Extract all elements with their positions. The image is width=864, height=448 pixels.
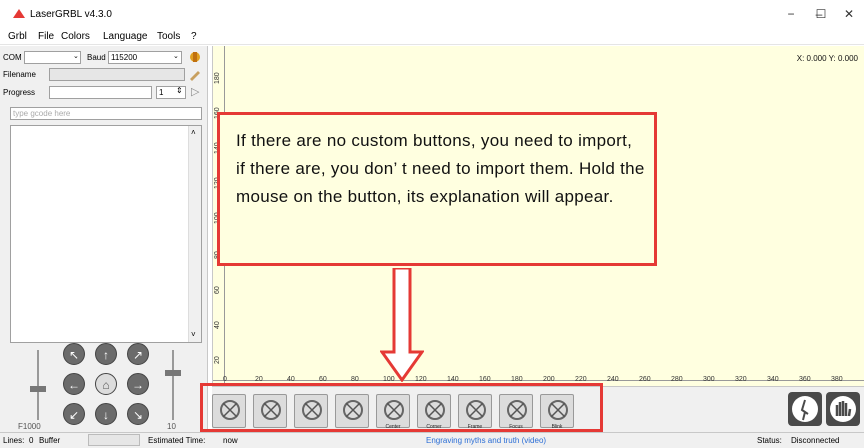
stepper-arrows-icon[interactable]: ⇕ [176,86,183,95]
title-bar [0,0,864,28]
h-tick-label: 360 [799,376,811,383]
toolbar-highlight-frame [200,383,603,432]
jog-west-button[interactable]: ← [63,373,85,395]
step-label: 10 [167,422,176,431]
h-tick-label: 220 [575,376,587,383]
scroll-down-icon[interactable]: ˅ [191,330,196,339]
baud-select[interactable]: 115200 [108,51,182,64]
scroll-up-icon[interactable]: ˄ [191,128,196,137]
h-tick-label: 200 [543,376,555,383]
h-tick-label: 320 [735,376,747,383]
instruction-callout: If there are no custom buttons, you need… [217,112,657,266]
h-tick-label: 20 [255,376,263,383]
h-tick-label: 160 [479,376,491,383]
h-tick-label: 40 [287,376,295,383]
lines-value: 0 [29,436,34,445]
buffer-bar [88,434,140,446]
step-slider-thumb[interactable] [165,370,181,376]
callout-text: If there are no custom buttons, you need… [236,131,645,206]
jog-north-button[interactable]: ↑ [95,343,117,365]
h-tick-label: 260 [639,376,651,383]
walk-icon [792,396,818,422]
menu-grbl[interactable]: Grbl [8,31,27,42]
step-slider[interactable] [172,350,174,420]
minimize-icon[interactable]: − [776,0,806,28]
status-label: Status: [757,436,782,445]
menu-colors[interactable]: Colors [61,31,90,42]
gcode-input[interactable]: type gcode here [10,107,202,120]
jog-south-button[interactable]: ↓ [95,403,117,425]
h-tick-label: 0 [223,376,227,383]
app-logo-icon [13,9,25,18]
com-label: COM [3,53,22,62]
down-arrow-icon [380,268,424,382]
open-file-icon[interactable] [188,67,202,81]
filename-label: Filename [3,70,36,79]
connect-icon[interactable] [187,50,203,64]
close-button[interactable]: ✕ [834,0,864,28]
walk-button[interactable] [788,392,822,426]
baud-dropdown-icon[interactable]: ⌄ [173,52,179,60]
jog-northeast-button[interactable]: ↗ [127,343,149,365]
menu-tools[interactable]: Tools [157,31,180,42]
v-tick-label: 40 [214,321,221,329]
status-value: Disconnected [791,436,840,445]
video-link[interactable]: Engraving myths and truth (video) [426,436,546,445]
h-tick-label: 380 [831,376,843,383]
v-tick-label: 180 [214,72,221,84]
stop-button[interactable] [826,392,860,426]
menu-file[interactable]: File [38,31,54,42]
maximize-button[interactable]: ☐ [806,0,836,28]
speed-slider[interactable] [37,350,39,420]
jog-southwest-button[interactable]: ↙ [63,403,85,425]
jog-east-button[interactable]: → [127,373,149,395]
estimated-time-label: Estimated Time: [148,436,206,445]
progress-bar [49,86,152,99]
hand-icon [830,396,856,422]
coordinate-readout: X: 0.000 Y: 0.000 [796,54,858,63]
baud-label: Baud [87,53,106,62]
menu-language[interactable]: Language [103,31,148,42]
h-tick-label: 140 [447,376,459,383]
h-tick-label: 80 [351,376,359,383]
speed-label: F1000 [18,422,41,431]
window-title: LaserGRBL v4.3.0 [30,9,112,20]
v-tick-label: 20 [214,356,221,364]
v-tick-label: 60 [214,286,221,294]
gcode-log [10,125,202,343]
jog-northwest-button[interactable]: ↖ [63,343,85,365]
jog-southeast-button[interactable]: ↘ [127,403,149,425]
filename-field[interactable] [49,68,185,81]
h-tick-label: 340 [767,376,779,383]
h-tick-label: 60 [319,376,327,383]
h-tick-label: 240 [607,376,619,383]
speed-slider-thumb[interactable] [30,386,46,392]
lines-label: Lines: [3,436,25,445]
buffer-label: Buffer [39,436,61,445]
h-tick-label: 300 [703,376,715,383]
estimated-time-value: now [223,436,238,445]
progress-label: Progress [3,88,36,97]
h-tick-label: 180 [511,376,523,383]
h-tick-label: 280 [671,376,683,383]
log-scrollbar[interactable] [188,126,201,342]
com-dropdown-icon[interactable]: ⌄ [73,52,79,60]
menu-help[interactable]: ? [191,31,197,42]
run-icon[interactable]: ▷ [191,85,199,98]
jog-home-button[interactable]: ⌂ [95,373,117,395]
